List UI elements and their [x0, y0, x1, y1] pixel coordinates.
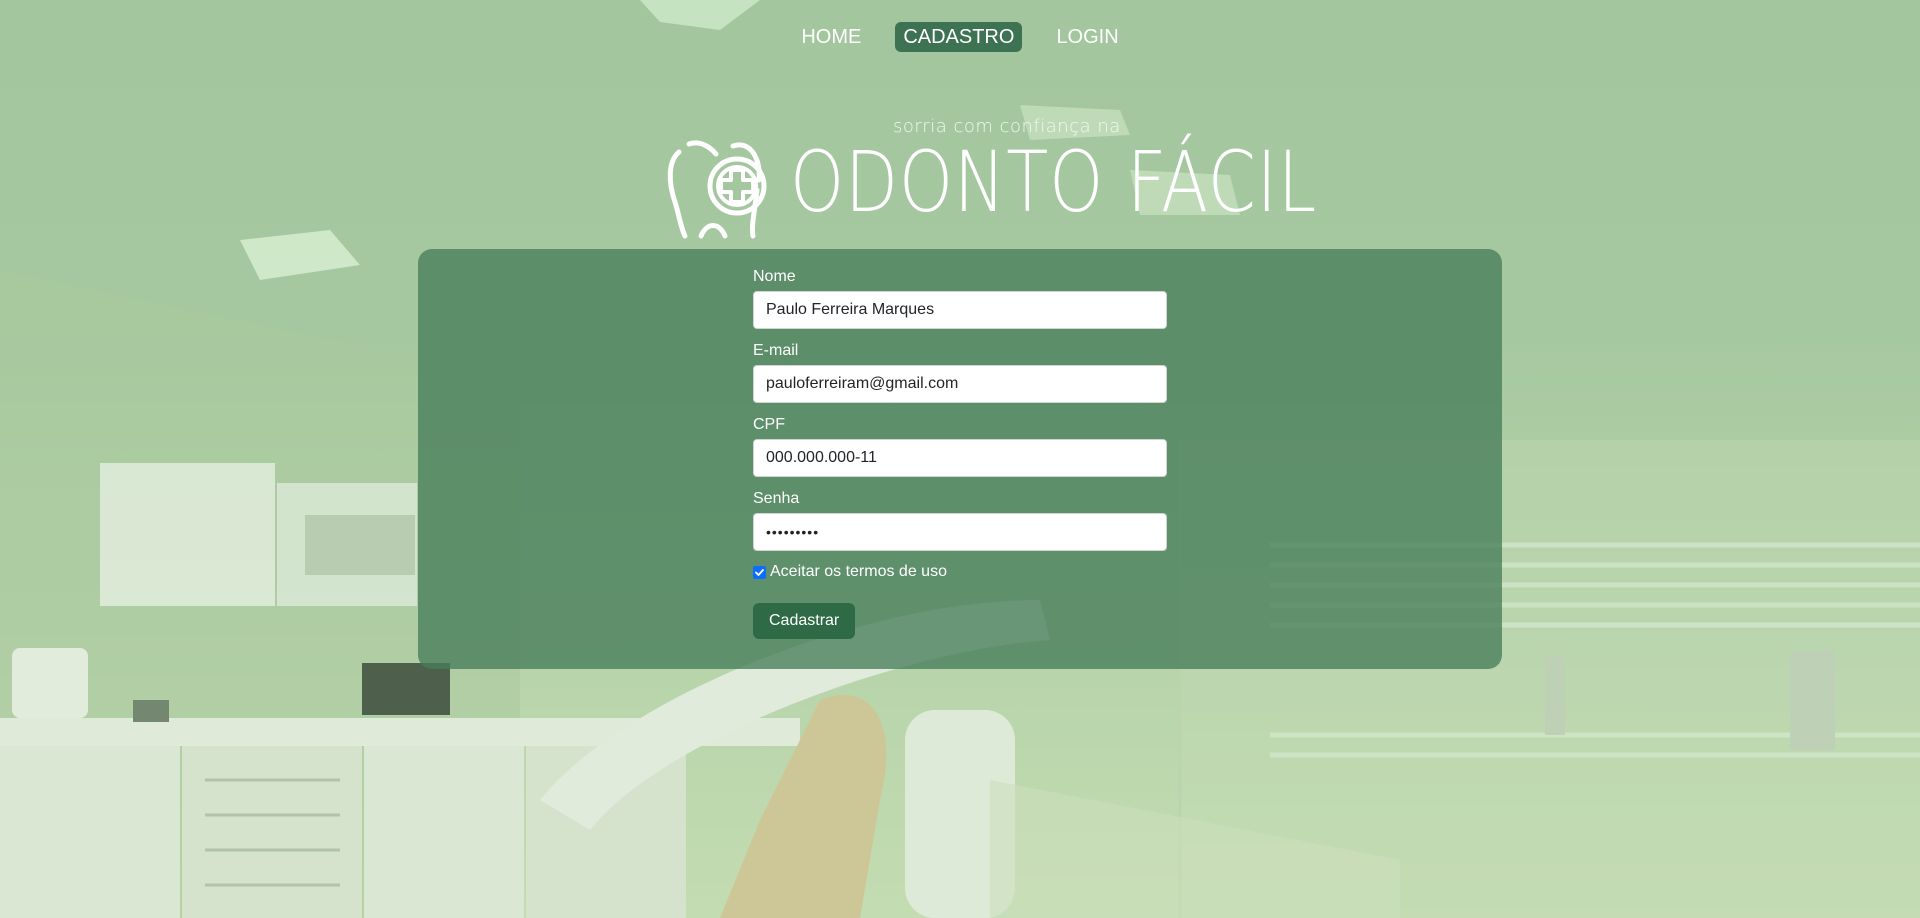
- password-label: Senha: [753, 490, 800, 507]
- register-panel: Nome Paulo Ferreira Marques E-mail paulo…: [418, 249, 1502, 669]
- name-label: Nome: [753, 268, 796, 285]
- name-input[interactable]: Paulo Ferreira Marques: [753, 291, 1167, 329]
- terms-label: Aceitar os termos de uso: [770, 563, 947, 580]
- password-input[interactable]: •••••••••: [753, 513, 1167, 551]
- cpf-input[interactable]: 000.000.000-11: [753, 439, 1167, 477]
- email-input[interactable]: pauloferreiram@gmail.com: [753, 365, 1167, 403]
- top-navigation: HOME CADASTRO LOGIN: [0, 22, 1920, 52]
- terms-row: Aceitar os termos de uso: [753, 563, 1167, 581]
- nav-cadastro[interactable]: CADASTRO: [895, 22, 1023, 52]
- terms-checkbox[interactable]: [753, 565, 766, 579]
- email-label: E-mail: [753, 342, 799, 359]
- cpf-label: CPF: [753, 416, 785, 433]
- brand-logo: sorria com confiança na ODONTO FÁCIL: [655, 112, 1316, 239]
- nav-home[interactable]: HOME: [793, 22, 869, 52]
- register-form: Nome Paulo Ferreira Marques E-mail paulo…: [753, 267, 1167, 639]
- tooth-plus-icon: [667, 140, 767, 239]
- cadastrar-button[interactable]: Cadastrar: [753, 603, 856, 639]
- logo-wordmark: ODONTO FÁCIL: [790, 133, 1318, 231]
- nav-login[interactable]: LOGIN: [1048, 22, 1126, 52]
- check-icon: [755, 568, 764, 576]
